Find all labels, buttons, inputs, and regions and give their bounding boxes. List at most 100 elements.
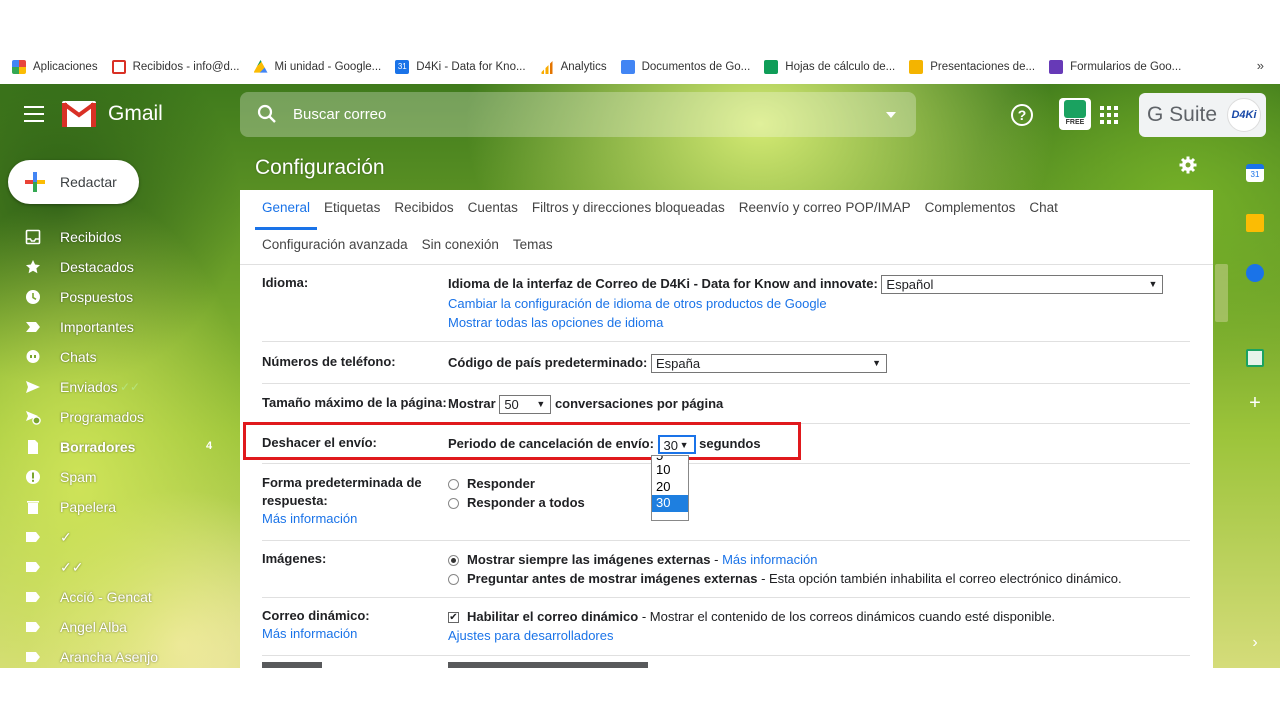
bookmark-documentos[interactable]: Documentos de Go... (620, 60, 750, 74)
more-bookmarks-button[interactable]: » (1257, 58, 1264, 73)
setting-correo-dinamico: Correo dinámico: Más información ✔ Habili… (262, 598, 1190, 656)
settings-tabs: General Etiquetas Recibidos Cuentas Filt… (255, 200, 1065, 230)
show-language-options-link[interactable]: Mostrar todas las opciones de idioma (448, 315, 663, 330)
tab-chat[interactable]: Chat (1022, 200, 1065, 230)
undo-send-options-list[interactable]: 5 10 20 30 (651, 455, 689, 521)
undo-option-20[interactable]: 20 (652, 479, 688, 496)
important-icon (26, 322, 40, 332)
tab-temas[interactable]: Temas (506, 237, 560, 267)
star-icon (26, 260, 40, 274)
undo-send-select[interactable]: 30 ▼ (657, 435, 696, 455)
sidebar-item-angel-alba[interactable]: Angel Alba (0, 612, 230, 642)
sidebar-item-label-check[interactable]: ✓ (0, 522, 230, 552)
trash-icon (27, 501, 39, 514)
language-select[interactable]: Español ▼ (881, 275, 1164, 295)
compose-button[interactable]: Redactar (8, 160, 139, 204)
ask-before-images-radio[interactable] (448, 574, 459, 586)
gear-icon[interactable] (1179, 156, 1197, 174)
country-select[interactable]: España ▼ (650, 354, 887, 374)
scrollbar-thumb[interactable] (1215, 264, 1228, 322)
dynamic-more-info-link[interactable]: Más información (262, 626, 357, 641)
search-input[interactable]: Buscar correo (240, 92, 916, 137)
main-menu-icon[interactable] (24, 106, 44, 122)
setting-imagenes: Imágenes: Mostrar siempre las imágenes e… (262, 541, 1190, 598)
search-icon[interactable] (256, 103, 278, 125)
sidebar-item-accio-gencat[interactable]: Acció - Gencat (0, 582, 230, 612)
sidebar-item-borradores[interactable]: Borradores 4 (0, 432, 230, 462)
reply-more-info-link[interactable]: Más información (262, 511, 357, 526)
gmail-logo-icon (62, 101, 96, 127)
bookmark-aplicaciones[interactable]: Aplicaciones (12, 60, 98, 74)
undo-option-30[interactable]: 30 (652, 495, 688, 512)
page-title: Configuración (255, 156, 385, 179)
change-language-link[interactable]: Cambiar la configuración de idioma de ot… (448, 296, 827, 311)
gsuite-logo: G Suite (1147, 103, 1218, 126)
label-icon (26, 532, 40, 542)
calendar-icon[interactable]: 31 (1246, 164, 1264, 182)
draft-count-badge: 4 (206, 440, 213, 452)
double-check-icon: ✓✓ (120, 380, 141, 394)
page-footer-blank (0, 668, 1280, 720)
setting-respuesta: Forma predeterminada de respuesta: Más i… (262, 464, 1190, 541)
help-icon[interactable]: ? (1011, 104, 1033, 126)
tab-cuentas[interactable]: Cuentas (461, 200, 525, 230)
search-placeholder: Buscar correo (293, 106, 387, 123)
analytics-icon (539, 60, 554, 74)
bookmark-hojas[interactable]: Hojas de cálculo de... (764, 60, 895, 74)
sidebar-item-pospuestos[interactable]: Pospuestos (0, 282, 230, 312)
tab-sin-conexion[interactable]: Sin conexión (415, 237, 506, 267)
sidebar-item-arancha-asenjo[interactable]: Arancha Asenjo (0, 642, 230, 668)
sidebar-item-destacados[interactable]: Destacados (0, 252, 230, 282)
bookmark-analytics[interactable]: Analytics (539, 60, 607, 74)
dynamic-email-checkbox[interactable]: ✔ (448, 612, 459, 624)
slides-icon (909, 60, 924, 74)
chat-icon (26, 350, 40, 363)
label-icon (26, 622, 40, 632)
bookmark-d4ki[interactable]: 31 D4Ki - Data for Kno... (395, 60, 526, 74)
app-name: Gmail (108, 102, 163, 125)
gsuite-account-button[interactable]: G Suite D4Ki (1139, 93, 1266, 137)
undo-option-10[interactable]: 10 (652, 462, 688, 479)
reply-radio[interactable] (448, 479, 459, 491)
tab-reenvio[interactable]: Reenvío y correo POP/IMAP (732, 200, 918, 230)
clock-icon (26, 290, 40, 304)
free-addon-icon[interactable]: FREE (1059, 98, 1091, 130)
bookmarks-bar: Aplicaciones Recibidos - info@d... Mi un… (0, 50, 1280, 84)
sidebar-item-programados[interactable]: Programados (0, 402, 230, 432)
sidebar-item-chats[interactable]: Chats (0, 342, 230, 372)
images-more-info-link[interactable]: Más información (722, 552, 817, 567)
sidebar-item-spam[interactable]: Spam (0, 462, 230, 492)
reply-all-radio[interactable] (448, 498, 459, 510)
bookmark-formularios[interactable]: Formularios de Goo... (1049, 60, 1181, 74)
google-apps-icon[interactable] (1100, 106, 1118, 124)
tasks-icon[interactable] (1246, 264, 1264, 282)
addon-check-icon[interactable] (1246, 349, 1264, 367)
bookmark-recibidos[interactable]: Recibidos - info@d... (111, 60, 240, 74)
bookmark-mi-unidad[interactable]: Mi unidad - Google... (253, 60, 381, 74)
sidebar-item-papelera[interactable]: Papelera (0, 492, 230, 522)
keep-icon[interactable] (1246, 214, 1264, 232)
always-show-images-radio[interactable] (448, 555, 459, 567)
add-addon-icon[interactable]: + (1246, 393, 1264, 413)
page-size-select[interactable]: 50 ▼ (499, 395, 552, 415)
tab-general[interactable]: General (255, 200, 318, 230)
tab-configuracion-avanzada[interactable]: Configuración avanzada (255, 237, 415, 267)
tab-recibidos[interactable]: Recibidos (387, 200, 460, 230)
developer-settings-link[interactable]: Ajustes para desarrolladores (448, 628, 613, 643)
plus-icon (25, 172, 45, 192)
tab-etiquetas[interactable]: Etiquetas (317, 200, 387, 230)
expand-panel-chevron-icon[interactable]: › (1246, 634, 1264, 652)
inbox-icon (25, 229, 41, 245)
tab-filtros[interactable]: Filtros y direcciones bloqueadas (525, 200, 732, 230)
sidebar-item-recibidos[interactable]: Recibidos (0, 222, 230, 252)
search-options-chevron-icon[interactable] (886, 112, 896, 118)
sidebar: Recibidos Destacados Pospuestos Importan… (0, 222, 230, 668)
sidebar-item-enviados[interactable]: Enviados ✓✓ (0, 372, 230, 402)
sidebar-item-importantes[interactable]: Importantes (0, 312, 230, 342)
sheets-icon (764, 60, 779, 74)
tab-complementos[interactable]: Complementos (918, 200, 1023, 230)
drive-icon (253, 60, 268, 73)
settings-panel: General Etiquetas Recibidos Cuentas Filt… (240, 190, 1213, 668)
bookmark-presentaciones[interactable]: Presentaciones de... (909, 60, 1035, 74)
sidebar-item-label-double-check[interactable]: ✓✓ (0, 552, 230, 582)
